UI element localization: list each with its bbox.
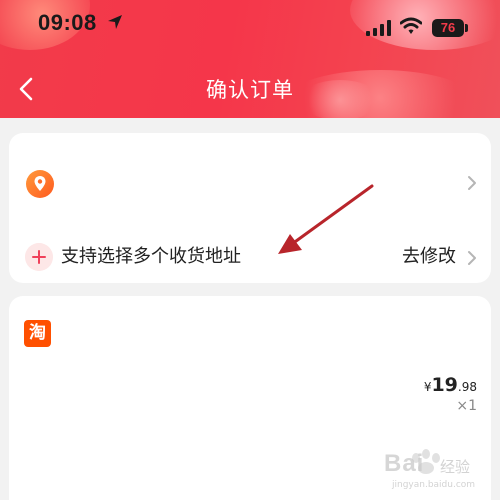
- chevron-right-icon[interactable]: [465, 248, 479, 268]
- taobao-logo-icon: 淘: [24, 320, 51, 347]
- watermark-sub: 经验: [440, 458, 471, 476]
- product-quantity: ×1: [456, 398, 477, 414]
- header: 09:08 76 确认订单: [0, 0, 500, 118]
- multi-address-label[interactable]: 支持选择多个收货地址: [61, 243, 241, 271]
- watermark-url: jingyan.baidu.com: [392, 480, 476, 490]
- plus-icon[interactable]: [25, 243, 53, 271]
- status-time: 09:08: [38, 10, 97, 35]
- address-card[interactable]: 支持选择多个收货地址 去修改: [9, 133, 491, 283]
- battery-cap: [465, 24, 468, 32]
- battery-icon: 76: [432, 19, 464, 37]
- modify-link[interactable]: 去修改: [402, 243, 456, 271]
- product-price: ¥19.98: [424, 374, 477, 396]
- page-title: 确认订单: [206, 78, 294, 102]
- annotation-arrow-icon: [278, 184, 374, 254]
- chevron-right-icon[interactable]: [465, 173, 479, 193]
- price-integer: 19: [431, 374, 458, 396]
- location-pin-icon: [26, 170, 54, 198]
- location-arrow-icon: [108, 15, 122, 29]
- watermark-text: Bai: [384, 450, 425, 477]
- order-confirm-screen: 09:08 76 确认订单 支持选择多个收货地址 去修改 淘 ¥19.98 ×1…: [0, 0, 500, 500]
- price-decimal: .98: [457, 380, 477, 394]
- signal-icon: [366, 20, 391, 36]
- wifi-icon: [400, 17, 422, 34]
